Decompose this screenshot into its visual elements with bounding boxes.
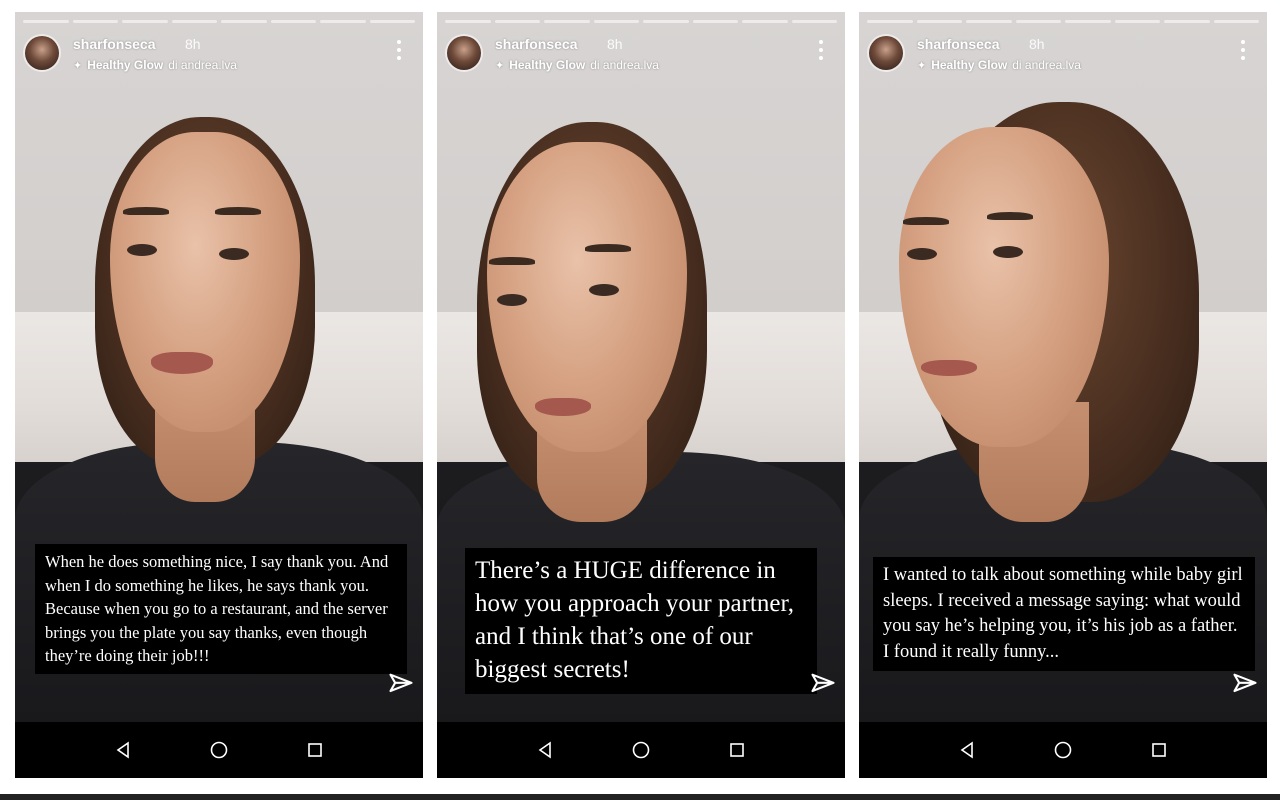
bottom-divider [0, 794, 1280, 800]
story-progress-bar [23, 20, 415, 23]
back-icon[interactable] [534, 739, 556, 761]
home-icon[interactable] [630, 739, 652, 761]
story-progress-bar [445, 20, 837, 23]
music-sticker[interactable]: ✦ Healthy Glow di andrea.lva [917, 58, 1081, 72]
post-time: 8h [607, 36, 623, 52]
story-header: sharfonseca 8h ✦ Healthy Glow di andrea.… [23, 32, 415, 76]
back-icon[interactable] [112, 739, 134, 761]
post-time: 8h [185, 36, 201, 52]
more-vertical-icon[interactable] [813, 38, 829, 62]
caption-text: I wanted to talk about something while b… [873, 557, 1255, 671]
song-title: Healthy Glow [87, 58, 164, 72]
caption-text: There’s a HUGE difference in how you app… [465, 548, 817, 694]
android-nav-bar [859, 722, 1267, 778]
song-title: Healthy Glow [509, 58, 586, 72]
username[interactable]: sharfonseca [917, 36, 999, 52]
username[interactable]: sharfonseca [73, 36, 155, 52]
avatar[interactable] [445, 34, 483, 72]
music-sticker[interactable]: ✦ Healthy Glow di andrea.lva [495, 58, 659, 72]
username[interactable]: sharfonseca [495, 36, 577, 52]
send-icon[interactable] [809, 670, 837, 698]
home-icon[interactable] [1052, 739, 1074, 761]
song-artist: di andrea.lva [168, 58, 237, 72]
story-header: sharfonseca 8h ✦ Healthy Glow di andrea.… [867, 32, 1259, 76]
caption-text: When he does something nice, I say thank… [35, 544, 407, 674]
more-vertical-icon[interactable] [391, 38, 407, 62]
avatar[interactable] [867, 34, 905, 72]
story-panel-3[interactable]: sharfonseca 8h ✦ Healthy Glow di andrea.… [859, 12, 1267, 778]
send-icon[interactable] [387, 670, 415, 698]
sparkle-icon: ✦ [73, 59, 83, 72]
song-artist: di andrea.lva [590, 58, 659, 72]
more-vertical-icon[interactable] [1235, 38, 1251, 62]
back-icon[interactable] [956, 739, 978, 761]
recents-icon[interactable] [726, 739, 748, 761]
story-panel-1[interactable]: sharfonseca 8h ✦ Healthy Glow di andrea.… [15, 12, 423, 778]
android-nav-bar [15, 722, 423, 778]
story-header: sharfonseca 8h ✦ Healthy Glow di andrea.… [445, 32, 837, 76]
android-nav-bar [437, 722, 845, 778]
story-progress-bar [867, 20, 1259, 23]
sparkle-icon: ✦ [917, 59, 927, 72]
home-icon[interactable] [208, 739, 230, 761]
recents-icon[interactable] [1148, 739, 1170, 761]
recents-icon[interactable] [304, 739, 326, 761]
song-title: Healthy Glow [931, 58, 1008, 72]
post-time: 8h [1029, 36, 1045, 52]
avatar[interactable] [23, 34, 61, 72]
story-panel-2[interactable]: sharfonseca 8h ✦ Healthy Glow di andrea.… [437, 12, 845, 778]
send-icon[interactable] [1231, 670, 1259, 698]
music-sticker[interactable]: ✦ Healthy Glow di andrea.lva [73, 58, 237, 72]
song-artist: di andrea.lva [1012, 58, 1081, 72]
sparkle-icon: ✦ [495, 59, 505, 72]
